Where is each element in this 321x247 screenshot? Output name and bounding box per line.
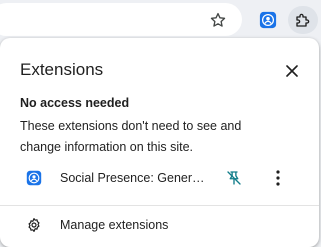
extension-name[interactable]: Social Presence: Generator	[60, 171, 208, 185]
star-icon	[210, 12, 226, 27]
manage-extensions-label: Manage extensions	[60, 218, 169, 232]
address-bar[interactable]	[0, 3, 242, 36]
close-icon	[286, 65, 298, 77]
social-presence-icon	[26, 170, 42, 186]
bookmark-star-button[interactable]	[207, 9, 229, 31]
close-button[interactable]	[281, 60, 303, 82]
manage-extensions-button[interactable]: Manage extensions	[0, 212, 319, 238]
browser-toolbar	[0, 0, 321, 40]
toolbar-extension-button[interactable]	[256, 8, 280, 32]
popup-title: Extensions	[20, 60, 104, 79]
extensions-menu-button[interactable]	[288, 6, 318, 34]
puzzle-icon	[296, 13, 310, 27]
gear-icon	[28, 218, 40, 232]
divider	[0, 205, 319, 206]
unpin-icon	[227, 171, 241, 185]
extensions-popup: Extensions No access needed These extens…	[0, 38, 319, 247]
manage-icon	[24, 215, 44, 235]
extension-icon	[24, 168, 44, 188]
more-options-button[interactable]	[267, 167, 289, 189]
extension-row[interactable]: Social Presence: Generator	[0, 164, 319, 194]
section-heading: No access needed	[20, 96, 130, 110]
more-vert-icon	[276, 170, 280, 186]
section-description: These extensions don't need to see and c…	[20, 119, 242, 154]
pin-button[interactable]	[223, 167, 245, 189]
social-presence-icon	[259, 11, 277, 29]
